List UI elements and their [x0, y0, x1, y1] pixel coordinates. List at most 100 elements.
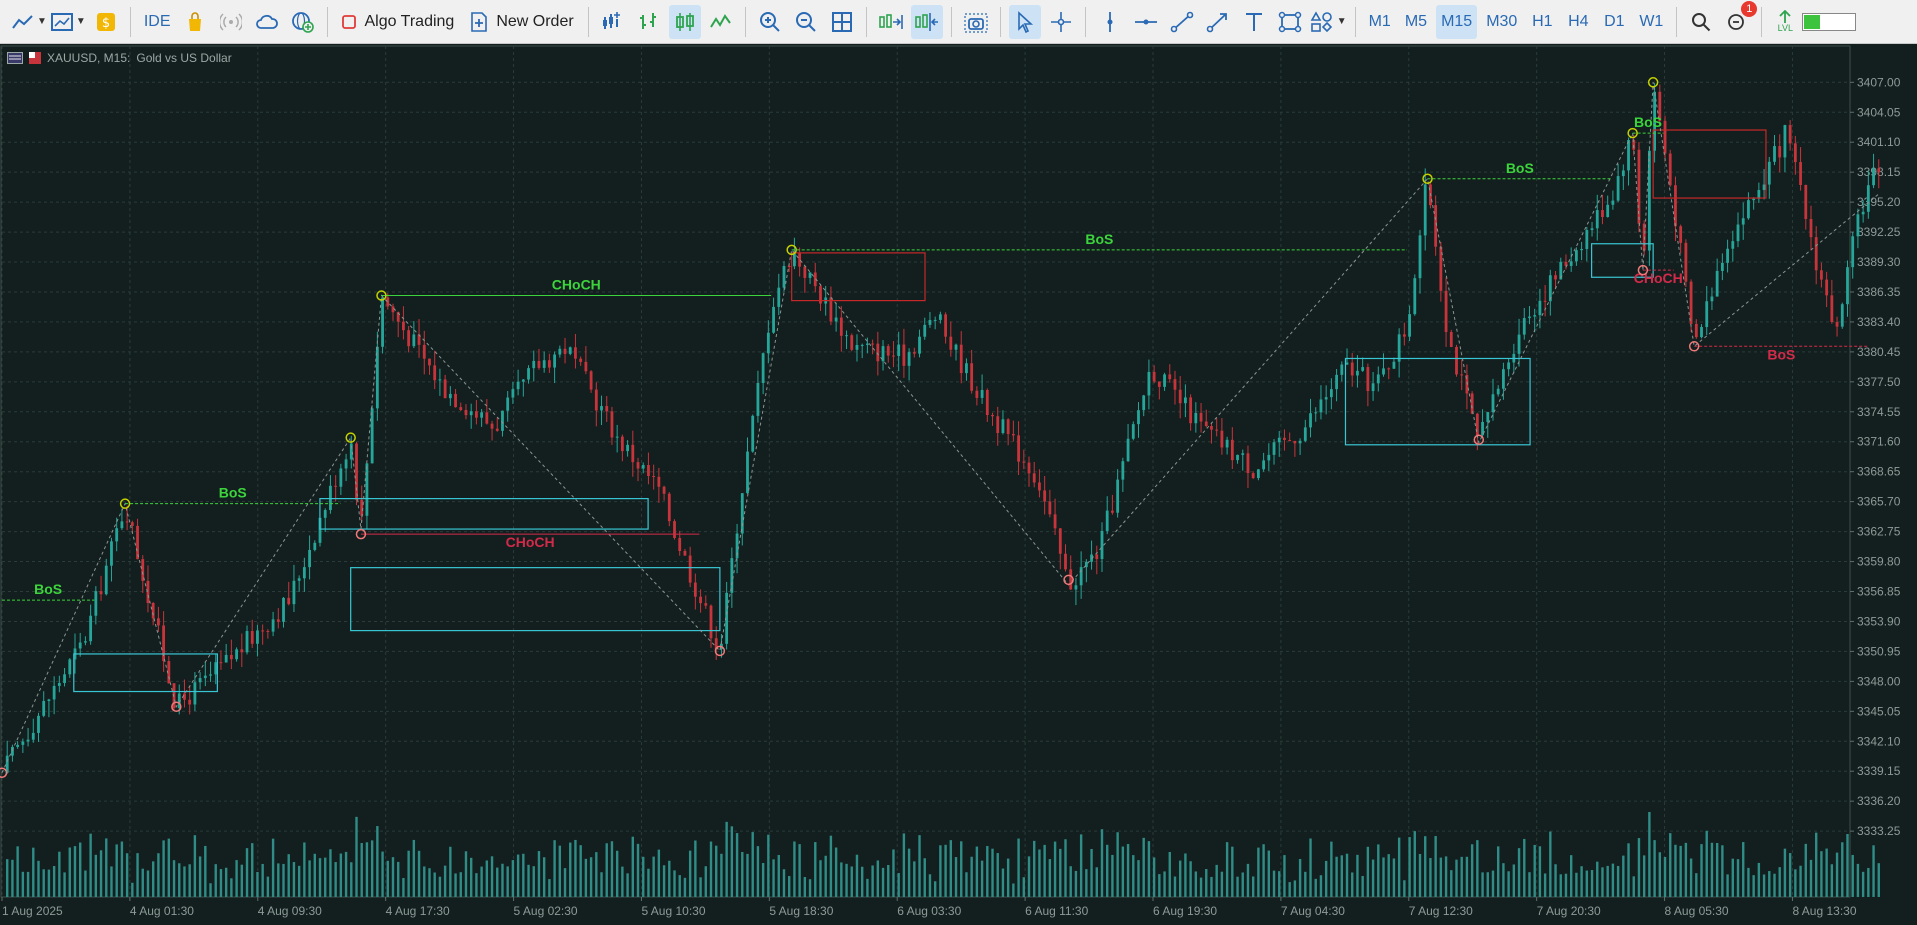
- candle-body: [1032, 473, 1036, 483]
- search-button[interactable]: [1685, 5, 1717, 39]
- timeframe-w1[interactable]: W1: [1634, 5, 1668, 39]
- volume-bar: [78, 842, 82, 897]
- crosshair-button[interactable]: [1045, 5, 1077, 39]
- volume-bar: [965, 872, 968, 897]
- vps-button[interactable]: [251, 5, 283, 39]
- candle-body: [1825, 279, 1829, 296]
- arrowed-line-button[interactable]: [1202, 5, 1234, 39]
- chart-type-button[interactable]: ▼: [50, 5, 86, 39]
- candle-body: [1689, 281, 1693, 324]
- candle-body: [235, 649, 238, 660]
- horizontal-line-button[interactable]: [1130, 5, 1162, 39]
- shapes-button[interactable]: [1274, 5, 1306, 39]
- market-button[interactable]: $: [90, 5, 122, 39]
- candlestick-chart-button[interactable]: [668, 4, 701, 39]
- candle-body: [1283, 437, 1286, 440]
- volume-bar: [1397, 837, 1401, 897]
- chart-canvas[interactable]: 3407.003404.053401.103398.153395.203392.…: [0, 45, 1917, 925]
- candle-body: [355, 443, 358, 500]
- structure-label: BoS: [1634, 114, 1662, 130]
- toolbar-separator: [744, 6, 746, 37]
- bar-chart-button[interactable]: [633, 5, 665, 39]
- candle-body: [1574, 250, 1578, 262]
- notifications-button[interactable]: 1: [1721, 0, 1758, 39]
- tile-windows-button[interactable]: [826, 5, 858, 39]
- line-chart-button[interactable]: [705, 5, 737, 39]
- candle-body: [860, 344, 864, 346]
- svg-text:$: $: [102, 16, 110, 31]
- candle-body: [1533, 315, 1537, 317]
- candle-body: [855, 344, 859, 350]
- volume-bar: [172, 860, 176, 897]
- y-tick-label: 3339.15: [1857, 764, 1901, 778]
- chart-shift-button[interactable]: [910, 4, 943, 39]
- line-studies-button[interactable]: ▼: [12, 5, 47, 39]
- ide-button[interactable]: IDE: [139, 5, 176, 39]
- volume-bar: [1309, 838, 1312, 897]
- timeframe-m1[interactable]: M1: [1364, 5, 1396, 39]
- volume-bar: [1225, 842, 1229, 897]
- algo-trading-button[interactable]: Algo Trading: [336, 5, 460, 39]
- volume-bar: [1439, 857, 1443, 897]
- volume-bar: [1742, 842, 1745, 897]
- candle-body: [1199, 412, 1203, 422]
- volume-bar: [365, 842, 369, 897]
- objects-menu-button[interactable]: ▼: [1310, 5, 1347, 39]
- candle-body: [1413, 278, 1417, 315]
- screenshot-button[interactable]: [960, 5, 992, 39]
- depth-of-market-button[interactable]: [597, 5, 629, 39]
- volume-bar: [360, 843, 363, 897]
- signal-level-button[interactable]: LVL: [1770, 5, 1800, 39]
- chart-window-icon: [50, 12, 73, 31]
- candle-body: [766, 332, 770, 354]
- cursor-button[interactable]: [1008, 4, 1041, 39]
- volume-bar: [1147, 841, 1151, 897]
- timeframe-h4[interactable]: H4: [1562, 5, 1594, 39]
- text-button[interactable]: [1238, 5, 1270, 39]
- candle-body: [1079, 567, 1083, 586]
- auto-scroll-button[interactable]: [875, 5, 907, 39]
- volume-bar: [1851, 854, 1854, 897]
- zoom-out-button[interactable]: [790, 5, 822, 39]
- candle-body: [1434, 205, 1438, 247]
- volume-bar: [1632, 876, 1635, 897]
- timeframe-m5[interactable]: M5: [1400, 5, 1432, 39]
- new-order-button[interactable]: New Order: [464, 5, 579, 39]
- volume-bar: [673, 870, 676, 897]
- volume-bar: [1637, 838, 1641, 897]
- candle-body: [667, 493, 671, 522]
- volume-bar: [913, 861, 916, 897]
- timeframe-d1[interactable]: D1: [1598, 5, 1630, 39]
- candle-body: [1236, 454, 1239, 461]
- candle-body: [1538, 300, 1542, 316]
- x-tick-label: 4 Aug 01:30: [130, 904, 194, 918]
- timeframe-m30[interactable]: M30: [1481, 5, 1522, 39]
- y-tick-label: 3348.00: [1857, 674, 1901, 688]
- candle-body: [1288, 439, 1292, 441]
- candle-body: [1762, 184, 1766, 191]
- signals-button[interactable]: [215, 5, 247, 39]
- volume-bar: [850, 866, 853, 897]
- zoom-in-button[interactable]: [754, 5, 786, 39]
- trendline-button[interactable]: [1166, 5, 1198, 39]
- vertical-line-button[interactable]: [1094, 5, 1126, 39]
- candle-body: [574, 347, 577, 359]
- volume-bar: [350, 862, 353, 897]
- volume-bar: [860, 866, 864, 897]
- timeframe-m15[interactable]: M15: [1436, 4, 1478, 39]
- volume-bar: [469, 857, 473, 897]
- shapes-icon: [1310, 10, 1332, 32]
- candle-body: [203, 675, 207, 679]
- chart-background: [0, 45, 1917, 925]
- volume-bar: [125, 853, 129, 897]
- candle-body: [1027, 462, 1031, 474]
- shop-button[interactable]: [179, 5, 211, 39]
- price-chart[interactable]: 3407.003404.053401.103398.153395.203392.…: [0, 45, 1917, 925]
- algo-trading-label: Algo Trading: [364, 12, 455, 30]
- volume-bar: [887, 864, 890, 897]
- candle-body: [26, 739, 30, 742]
- community-button[interactable]: [287, 5, 319, 39]
- timeframe-h1[interactable]: H1: [1526, 5, 1558, 39]
- x-tick-label: 6 Aug 11:30: [1025, 904, 1088, 918]
- candle-body: [209, 674, 212, 676]
